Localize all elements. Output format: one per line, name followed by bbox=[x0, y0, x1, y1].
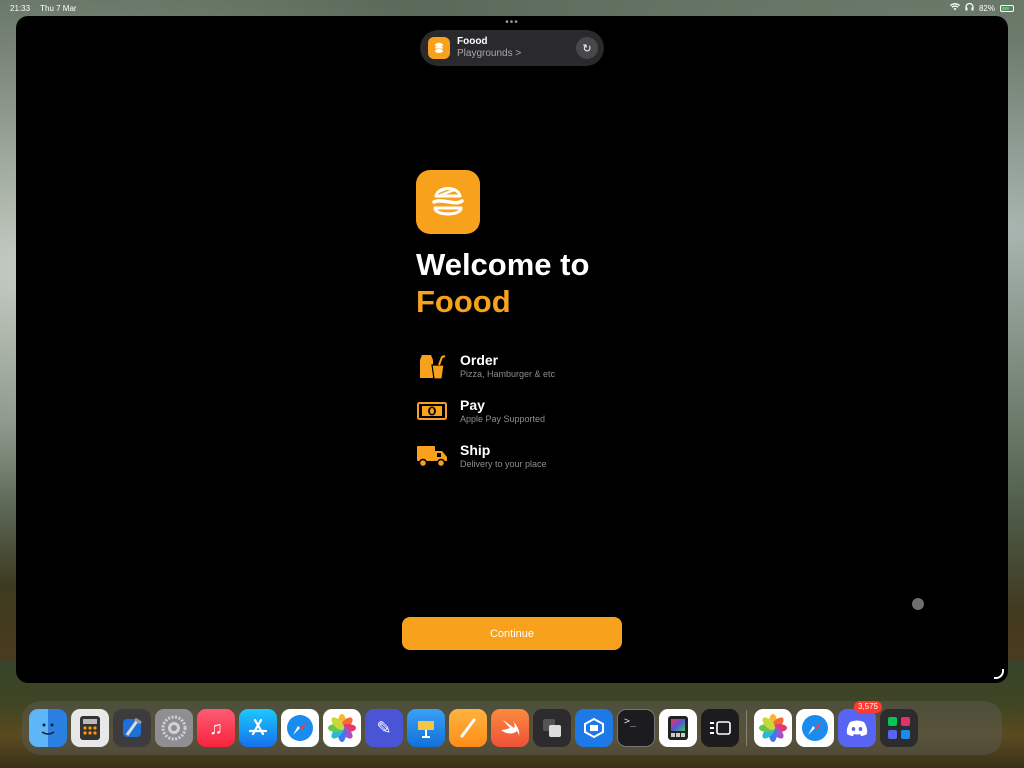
battery-percent: 82% bbox=[978, 3, 995, 13]
app-folder-icon[interactable] bbox=[880, 709, 918, 747]
brand-title: Foood bbox=[416, 284, 511, 319]
keynote-icon[interactable] bbox=[407, 709, 445, 747]
takeout-bag-cup-icon bbox=[416, 352, 448, 380]
status-bar: 21:33 Thu 7 Mar 82% bbox=[0, 0, 1024, 16]
feature-item-order: Order Pizza, Hamburger & etc bbox=[416, 352, 716, 397]
feature-title: Pay bbox=[460, 397, 485, 413]
safari-icon[interactable] bbox=[281, 709, 319, 747]
terminal-icon[interactable]: >_ bbox=[617, 709, 655, 747]
calculator-icon[interactable] bbox=[71, 709, 109, 747]
color-ui-icon[interactable] bbox=[659, 709, 697, 747]
battery-icon bbox=[1000, 4, 1014, 12]
swift-playgrounds-icon[interactable] bbox=[491, 709, 529, 747]
feature-subtitle: Apple Pay Supported bbox=[460, 414, 546, 424]
photos-icon[interactable] bbox=[754, 709, 792, 747]
window-resize-handle[interactable] bbox=[994, 669, 1004, 679]
photos-icon[interactable] bbox=[323, 709, 361, 747]
refresh-icon[interactable]: ↻ bbox=[576, 37, 598, 59]
app-window: ••• Foood Playgrounds > ↻ Welcome to Foo… bbox=[16, 16, 1008, 683]
app-icon-small bbox=[428, 37, 450, 59]
run-status-pill[interactable]: Foood Playgrounds > ↻ bbox=[420, 30, 604, 66]
finder-icon[interactable] bbox=[29, 709, 67, 747]
feature-item-pay: Pay Apple Pay Supported bbox=[416, 397, 716, 442]
run-subtitle-link[interactable]: Playgrounds > bbox=[457, 48, 576, 60]
feature-subtitle: Pizza, Hamburger & etc bbox=[460, 369, 556, 379]
feature-title: Order bbox=[460, 352, 499, 368]
continue-button[interactable]: Continue bbox=[402, 617, 622, 650]
app-store-icon[interactable] bbox=[239, 709, 277, 747]
banknote-icon bbox=[416, 397, 448, 425]
app-blueprint-icon[interactable] bbox=[575, 709, 613, 747]
feature-title: Ship bbox=[460, 442, 491, 458]
pages-icon[interactable] bbox=[449, 709, 487, 747]
sketch-pencil-icon[interactable]: ✎ bbox=[365, 709, 403, 747]
status-time: 21:33 bbox=[10, 3, 31, 13]
wifi-icon bbox=[949, 3, 960, 13]
app-logo-icon bbox=[416, 170, 480, 234]
welcome-title: Welcome to bbox=[416, 247, 590, 282]
headphones-icon bbox=[965, 2, 974, 13]
dock-separator bbox=[746, 710, 747, 746]
display-layout-icon[interactable] bbox=[701, 709, 739, 747]
music-icon[interactable]: ♫ bbox=[197, 709, 235, 747]
stage-manager-icon[interactable] bbox=[533, 709, 571, 747]
safari-icon[interactable] bbox=[796, 709, 834, 747]
status-date: Thu 7 Mar bbox=[40, 3, 77, 13]
discord-badge: 3,575 bbox=[853, 701, 882, 713]
multitasking-menu[interactable]: ••• bbox=[505, 18, 519, 28]
feature-subtitle: Delivery to your place bbox=[460, 459, 547, 469]
discord-icon[interactable]: 3,575 bbox=[838, 701, 882, 747]
feature-list: Order Pizza, Hamburger & etc Pay Apple P… bbox=[416, 352, 716, 487]
dock: ♫ ✎ >_ 3,575 bbox=[22, 701, 1002, 755]
feature-item-ship: Ship Delivery to your place bbox=[416, 442, 716, 487]
welcome-content: Welcome to Foood Order Pizza, Hamburger … bbox=[416, 170, 716, 487]
touch-indicator bbox=[912, 598, 924, 610]
xcode-icon[interactable] bbox=[113, 709, 151, 747]
delivery-truck-icon bbox=[416, 442, 448, 470]
run-app-name: Foood bbox=[457, 36, 488, 47]
system-settings-icon[interactable] bbox=[155, 709, 193, 747]
